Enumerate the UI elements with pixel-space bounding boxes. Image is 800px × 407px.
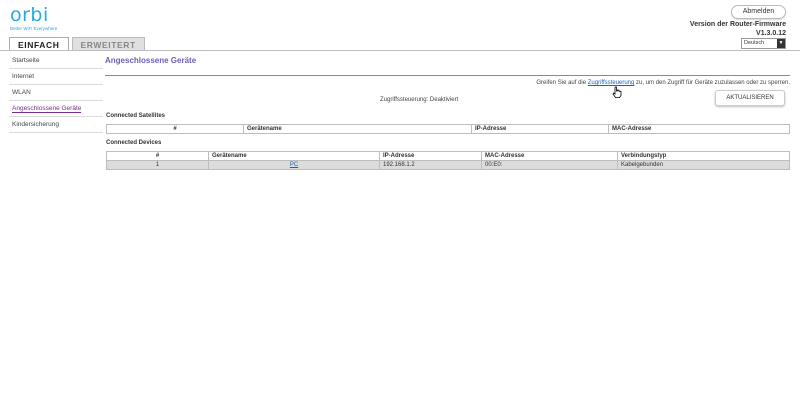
sidebar-item-kindersicherung[interactable]: Kindersicherung xyxy=(9,117,103,133)
sidebar-item-label: Startseite xyxy=(12,57,40,64)
device-name-link[interactable]: PC xyxy=(290,162,298,168)
col-number: # xyxy=(106,151,209,161)
logo-tagline: Better WiFi Everywhere xyxy=(10,26,58,31)
sidebar-item-internet[interactable]: Internet xyxy=(9,69,103,85)
devices-heading: Connected Devices xyxy=(106,140,162,146)
firmware-label: Version der Router-Firmware xyxy=(689,21,786,28)
col-mac: MAC-Adresse xyxy=(608,124,790,134)
device-ip: 192.168.1.2 xyxy=(379,160,482,170)
col-number: # xyxy=(106,124,244,134)
col-mac: MAC-Adresse xyxy=(481,151,618,161)
info-prefix: Greifen Sie auf die xyxy=(536,80,588,86)
tab-einfach[interactable]: EINFACH xyxy=(9,37,69,51)
main-tabs: EINFACH ERWEITERT xyxy=(9,37,148,51)
device-mac: 00:E0: xyxy=(481,160,618,170)
logo-text: orbi xyxy=(10,4,49,26)
hand-cursor-icon xyxy=(612,86,622,98)
device-name-cell: PC xyxy=(208,160,380,170)
sidebar-item-startseite[interactable]: Startseite xyxy=(9,53,103,69)
firmware-version: V1.3.0.12 xyxy=(756,30,786,37)
sidebar-item-label: Internet xyxy=(12,73,35,80)
title-divider xyxy=(105,75,790,76)
tab-divider xyxy=(0,50,800,51)
table-row: 1 PC 192.168.1.2 00:E0: Kabelgebunden xyxy=(106,160,790,170)
refresh-button[interactable]: AKTUALISIEREN xyxy=(715,90,785,106)
page-title: Angeschlossene Geräte xyxy=(105,56,197,65)
col-ip: IP-Adresse xyxy=(379,151,482,161)
satellites-table: # Gerätename IP-Adresse MAC-Adresse xyxy=(106,124,790,134)
language-value: Deutsch xyxy=(744,40,765,46)
col-ip: IP-Adresse xyxy=(471,124,609,134)
info-suffix: zu, um den Zugriff für Geräte zuzulassen… xyxy=(634,80,790,86)
chevron-down-icon[interactable]: ▼ xyxy=(777,39,785,48)
tab-erweitert[interactable]: ERWEITERT xyxy=(71,37,145,51)
devices-table: # Gerätename IP-Adresse MAC-Adresse Verb… xyxy=(106,151,790,170)
sidebar-item-label: Kindersicherung xyxy=(12,121,59,128)
sidebar: Startseite Internet WLAN Angeschlossene … xyxy=(9,53,103,133)
col-device-name: Gerätename xyxy=(243,124,472,134)
satellites-heading: Connected Satellites xyxy=(106,113,166,119)
language-select[interactable]: Deutsch ▼ xyxy=(741,38,786,49)
device-number: 1 xyxy=(106,160,209,170)
sidebar-item-label: WLAN xyxy=(12,89,31,96)
col-connection-type: Verbindungstyp xyxy=(617,151,790,161)
table-header-row: # Gerätename IP-Adresse MAC-Adresse xyxy=(106,124,790,134)
col-device-name: Gerätename xyxy=(208,151,380,161)
logout-button[interactable]: Abmelden xyxy=(731,5,786,19)
access-control-status: Zugriffssteuerung: Deaktiviert xyxy=(380,97,459,103)
orbi-logo: orbi Better WiFi Everywhere xyxy=(10,4,58,32)
access-control-info: Greifen Sie auf die Zugriffssteuerung zu… xyxy=(536,80,790,86)
sidebar-item-angeschlossene-geraete[interactable]: Angeschlossene Geräte xyxy=(9,101,103,117)
sidebar-item-wlan[interactable]: WLAN xyxy=(9,85,103,101)
sidebar-item-label: Angeschlossene Geräte xyxy=(12,105,82,113)
device-connection-type: Kabelgebunden xyxy=(617,160,790,170)
table-header-row: # Gerätename IP-Adresse MAC-Adresse Verb… xyxy=(106,151,790,161)
